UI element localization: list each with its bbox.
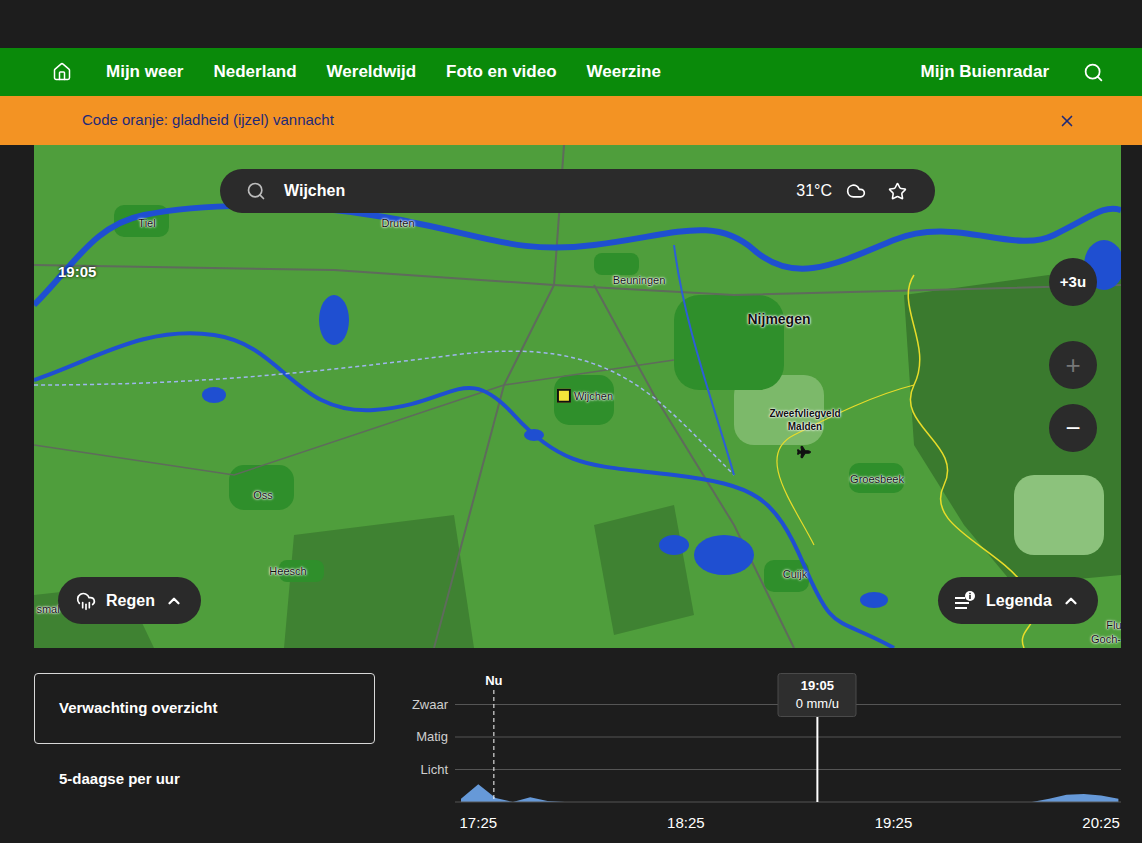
place-label: Groesbeek [850,471,904,488]
nav-item[interactable]: Weerzine [587,59,661,85]
nav-item[interactable]: Foto en video [446,59,557,85]
city-label: Nijmegen [747,309,810,330]
forecast-tab[interactable]: Verwachting overzicht [34,673,375,744]
y-tick-label: Licht [400,760,448,780]
favorite-star-icon[interactable] [888,182,907,201]
legend-button[interactable]: Legenda [938,577,1098,624]
layer-button[interactable]: Regen [58,577,201,624]
forecast-tabs: Verwachting overzicht5-daagse per uur [0,648,375,843]
page: Mijn weer Nederland Wereldwijd Foto en vide… [0,0,1142,843]
home-icon[interactable] [52,62,72,82]
y-tick-label: Zwaar [400,695,448,715]
main-nav: Mijn weer Nederland Wereldwijd Foto en vide… [0,48,1142,96]
nav-item[interactable]: Mijn weer [106,59,183,85]
place-label: Goch- [1091,631,1121,648]
x-tick-label: 18:25 [667,812,705,835]
x-tick-label: 19:25 [875,812,913,835]
top-strip [0,0,1142,48]
legend-icon [954,591,976,611]
map-control-button[interactable]: − [1049,404,1097,452]
place-label: Flu [1106,617,1121,634]
chart-plot [455,648,1121,808]
selected-location[interactable]: Wijchen [557,388,613,405]
forecast-tab[interactable]: 5-daagse per uur [34,744,375,815]
nav-item[interactable]: Nederland [213,59,296,85]
location-marker-icon [557,389,571,403]
alert-text[interactable]: Code oranje: gladheid (ijzel) vannacht [82,109,334,132]
map-control-button[interactable]: + [1049,341,1097,389]
rain-icon [76,591,96,611]
map-time: 19:05 [58,261,96,284]
y-tick-label: Matig [400,727,448,747]
now-label: Nu [485,671,502,691]
map-row: Tiel Druten Beuningen Nijmegen Wijchen Zweefv… [0,145,1142,648]
rain-chart[interactable]: Zwaar Matig Licht Nu 19:050 mm/u 17:25 18:25 19… [400,648,1121,843]
map-control-button[interactable]: +3u [1049,258,1097,306]
x-tick-label: 17:25 [460,812,498,835]
place-label: Cuijk [783,566,807,583]
chevron-up-icon [165,592,183,610]
forecast-panel: Verwachting overzicht5-daagse per uurZwa… [0,648,1142,843]
cursor-tooltip: 19:050 mm/u [778,673,857,717]
temperature: 31°C [796,179,832,203]
place-label: Heesch [269,563,306,580]
account-link[interactable]: Mijn Buienradar [921,59,1049,85]
nav-item[interactable]: Wereldwijd [327,59,416,85]
close-icon[interactable] [1058,112,1076,130]
x-tick-label: 20:25 [1082,812,1120,835]
airfield-label: Zweefvliegveld Malden [759,407,851,433]
alert-bar: Code oranje: gladheid (ijzel) vannacht [0,96,1142,145]
place-label: Tiel [138,215,155,232]
search-value[interactable]: Wijchen [284,179,345,203]
search-icon[interactable] [1083,62,1104,83]
search-bar[interactable]: Wijchen 31°C [220,169,935,213]
chevron-up-icon [1062,592,1080,610]
cloud-icon [846,181,866,201]
place-label: smal [36,601,59,618]
search-icon [246,181,266,201]
place-label: Druten [381,215,414,232]
map[interactable]: Tiel Druten Beuningen Nijmegen Wijchen Zweefv… [34,145,1121,648]
place-label: Oss [253,487,273,504]
place-label: Beuningen [613,272,666,289]
